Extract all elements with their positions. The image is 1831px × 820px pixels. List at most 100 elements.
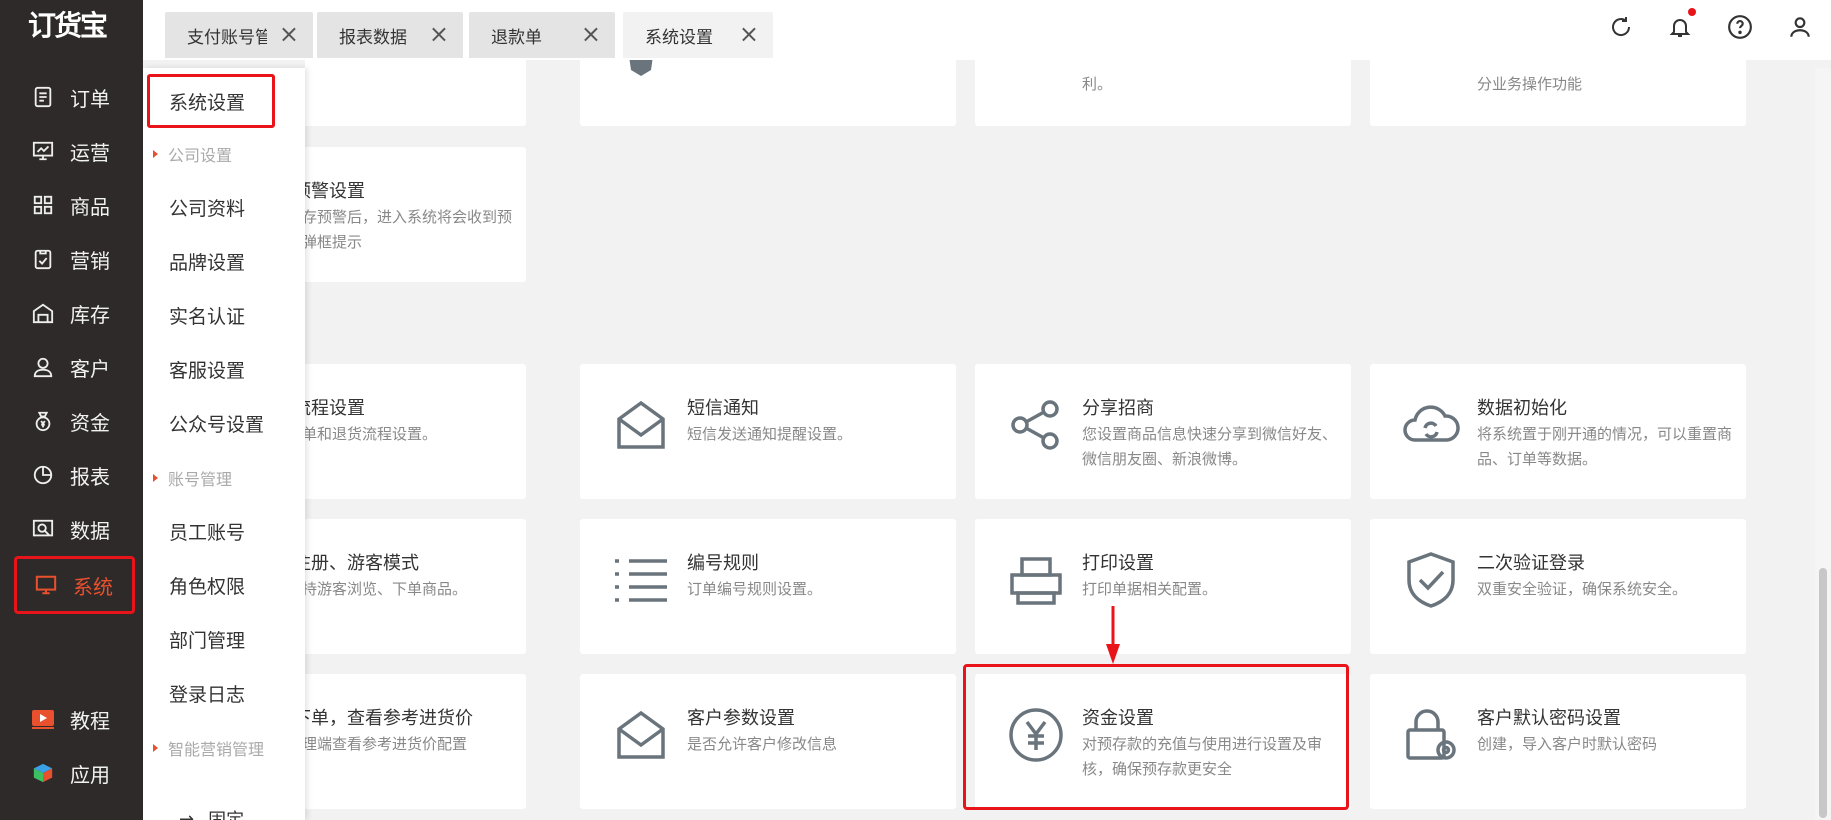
caret-right-icon xyxy=(153,150,158,158)
card-desc: 订单编号规则设置。 xyxy=(687,580,823,598)
group-label: 公司设置 xyxy=(168,146,233,165)
settings-card[interactable]: 利。 xyxy=(975,60,1351,126)
caret-right-icon xyxy=(153,474,158,482)
settings-card-stock-alert[interactable]: 库存预警设置 开启库存预警后，进入系统将会收到预警商品弹框提示 xyxy=(305,147,526,282)
nav-label: 教程 xyxy=(70,708,110,733)
settings-card-sms[interactable]: 短信通知 短信发送通知提醒设置。 xyxy=(580,364,956,499)
card-desc: 利。 xyxy=(1082,75,1113,93)
card-title: 二次验证登录 xyxy=(1477,553,1585,574)
nav-item-order[interactable]: 订单 xyxy=(14,68,135,126)
nav-item-apps[interactable]: 应用 xyxy=(14,744,135,802)
scrollbar[interactable] xyxy=(1815,68,1831,820)
main-sidebar: 订货宝 订单 运营 商品 营销 库存 客户 资金 报表 数据 系统 教程 应用 xyxy=(0,0,143,820)
tab-system-settings[interactable]: 系统设置 × xyxy=(623,12,773,58)
submenu-item-roles[interactable]: 角色权限 xyxy=(169,572,245,599)
card-title: 数据初始化 xyxy=(1477,398,1567,419)
nav-item-report[interactable]: 报表 xyxy=(14,446,135,504)
close-icon[interactable]: × xyxy=(739,22,759,46)
scroll-thumb[interactable] xyxy=(1819,568,1827,818)
card-desc: 您设置商品信息快速分享到微信好友、微信朋友圈、新浪微博。 xyxy=(1082,425,1338,468)
cloud-refresh-icon xyxy=(1400,394,1462,456)
nav-item-customer[interactable]: 客户 xyxy=(14,338,135,396)
settings-card-2fa[interactable]: 二次验证登录 双重安全验证，确保系统安全。 xyxy=(1370,519,1746,654)
pie-chart-icon xyxy=(30,462,56,488)
notification-dot xyxy=(1688,8,1696,16)
card-desc: 创建，导入客户时默认密码 xyxy=(1477,735,1658,753)
card-desc: 开启库存预警后，进入系统将会收到预警商品弹框提示 xyxy=(305,208,513,251)
submenu-item-customer-service[interactable]: 客服设置 xyxy=(169,356,245,383)
settings-card-proxy-order[interactable]: 代客下单，查看参考进货价 移动管理端查看参考进货价配置 xyxy=(305,674,526,809)
help-icon[interactable] xyxy=(1725,12,1755,42)
tab-label: 支付账号管理 xyxy=(187,27,267,48)
nav-item-funds[interactable]: 资金 xyxy=(14,392,135,450)
submenu-item-login-log[interactable]: 登录日志 xyxy=(169,680,245,707)
card-title: 编号规则 xyxy=(687,553,759,574)
close-icon[interactable]: × xyxy=(279,22,299,46)
submenu-item-departments[interactable]: 部门管理 xyxy=(169,626,245,653)
card-title: 客户默认密码设置 xyxy=(1477,708,1621,729)
pointer-arrow-icon xyxy=(1106,606,1120,664)
submenu-group-company[interactable]: 公司设置 xyxy=(153,142,232,166)
settings-card[interactable] xyxy=(580,60,956,126)
settings-card-order-flow[interactable]: 订单流程设置 订单下单和退货流程设置。 xyxy=(305,364,526,499)
close-icon[interactable]: × xyxy=(581,22,601,46)
card-desc: 将系统置于刚开通的情况，可以重置商品、订单等数据。 xyxy=(1477,425,1733,468)
settings-card[interactable]: 单。 xyxy=(305,60,526,126)
submenu-group-accounts[interactable]: 账号管理 xyxy=(153,466,232,490)
nav-label: 营销 xyxy=(70,248,110,273)
nav-item-system[interactable]: 系统 xyxy=(14,556,135,614)
refresh-icon[interactable] xyxy=(1606,12,1636,42)
nav-label: 数据 xyxy=(70,518,110,543)
shield-check-icon xyxy=(1400,549,1462,611)
nav-label: 商品 xyxy=(70,194,110,219)
share-icon xyxy=(1005,394,1067,456)
video-icon xyxy=(30,706,56,732)
nav-item-data[interactable]: 数据 xyxy=(14,500,135,558)
close-icon[interactable]: × xyxy=(429,22,449,46)
card-title: 打印设置 xyxy=(1082,553,1154,574)
card-title: 短信通知 xyxy=(687,398,759,419)
submenu-item-brand[interactable]: 品牌设置 xyxy=(169,248,245,275)
user-icon[interactable] xyxy=(1785,12,1815,42)
pin-menu-button[interactable]: → 固定 xyxy=(179,806,244,820)
submenu-item-official-account[interactable]: 公众号设置 xyxy=(169,410,264,437)
card-title: 开放注册、游客模式 xyxy=(305,553,419,574)
settings-card-print[interactable]: 打印设置 打印单据相关配置。 xyxy=(975,519,1351,654)
submenu-item-verification[interactable]: 实名认证 xyxy=(169,302,245,329)
lock-gear-icon xyxy=(1400,704,1462,766)
bell-icon[interactable] xyxy=(1665,12,1695,42)
product-icon xyxy=(30,192,56,218)
highlight-box xyxy=(963,664,1349,810)
tab-payment-account[interactable]: 支付账号管理 × xyxy=(165,12,313,58)
submenu-item-staff-accounts[interactable]: 员工账号 xyxy=(169,518,245,545)
tab-label: 退款单 xyxy=(491,27,542,48)
settings-card-registration[interactable]: 开放注册、游客模式 是否支持游客浏览、下单商品。 xyxy=(305,519,526,654)
nav-item-operation[interactable]: 运营 xyxy=(14,122,135,180)
printer-icon xyxy=(1005,549,1067,611)
card-title: 订单流程设置 xyxy=(305,398,365,419)
nav-item-product[interactable]: 商品 xyxy=(14,176,135,234)
submenu-group-smart-marketing[interactable]: 智能营销管理 xyxy=(153,736,264,760)
card-desc: 分业务操作功能 xyxy=(1477,75,1583,93)
nav-item-warehouse[interactable]: 库存 xyxy=(14,284,135,342)
data-icon xyxy=(30,516,56,542)
settings-card-customer-params[interactable]: 客户参数设置 是否允许客户修改信息 xyxy=(580,674,956,809)
group-label: 账号管理 xyxy=(168,470,233,489)
card-title: 客户参数设置 xyxy=(687,708,795,729)
nav-item-tutorial[interactable]: 教程 xyxy=(14,690,135,748)
settings-card[interactable]: 分业务操作功能 xyxy=(1370,60,1746,126)
tab-refund[interactable]: 退款单 × xyxy=(469,12,615,58)
card-title: 分享招商 xyxy=(1082,398,1154,419)
submenu-item-company-info[interactable]: 公司资料 xyxy=(169,194,245,221)
submenu-title[interactable]: 系统设置 xyxy=(169,88,245,115)
arrow-right-icon: → xyxy=(179,808,195,820)
card-desc: 订单下单和退货流程设置。 xyxy=(305,425,438,443)
money-bag-icon xyxy=(30,408,56,434)
settings-card-share[interactable]: 分享招商 您设置商品信息快速分享到微信好友、微信朋友圈、新浪微博。 xyxy=(975,364,1351,499)
settings-card-numbering[interactable]: 编号规则 订单编号规则设置。 xyxy=(580,519,956,654)
settings-card-default-password[interactable]: 客户默认密码设置 创建，导入客户时默认密码 xyxy=(1370,674,1746,809)
nav-item-marketing[interactable]: 营销 xyxy=(14,230,135,288)
card-desc: 双重安全验证，确保系统安全。 xyxy=(1477,580,1688,598)
tab-report-data[interactable]: 报表数据 × xyxy=(317,12,463,58)
settings-card-data-init[interactable]: 数据初始化 将系统置于刚开通的情况，可以重置商品、订单等数据。 xyxy=(1370,364,1746,499)
